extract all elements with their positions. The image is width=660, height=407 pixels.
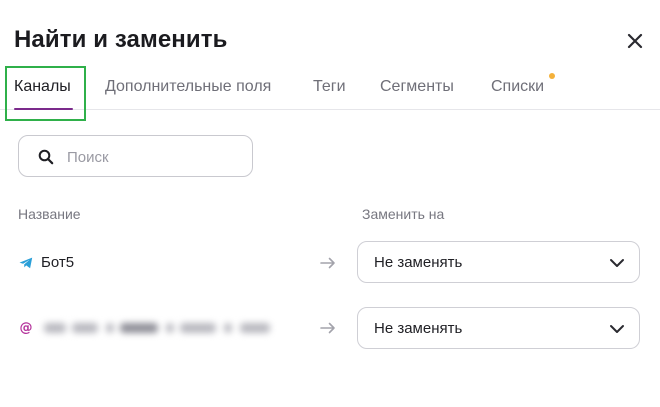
column-header-replace-with: Заменить на — [362, 206, 445, 222]
search-input[interactable] — [67, 146, 242, 168]
dialog-title: Найти и заменить — [14, 26, 228, 53]
replace-select[interactable]: Не заменять — [357, 241, 640, 283]
close-icon — [627, 33, 643, 49]
chevron-down-icon — [610, 325, 624, 333]
tab-lists[interactable]: Списки — [491, 78, 544, 96]
svg-text:@: @ — [20, 321, 33, 336]
find-replace-dialog: Найти и заменить Каналы Дополнительные п… — [0, 0, 660, 407]
tab-segments[interactable]: Сегменты — [380, 78, 454, 96]
obscured-channel-name — [40, 318, 276, 338]
replace-select-value: Не заменять — [374, 320, 463, 337]
close-button[interactable] — [624, 30, 646, 52]
tab-custom-fields[interactable]: Дополнительные поля — [105, 78, 271, 96]
search-icon — [38, 149, 54, 165]
tab-bar: Каналы Дополнительные поля Теги Сегменты… — [0, 66, 660, 110]
channel-name: Бот5 — [41, 254, 75, 271]
arrow-right-icon — [320, 257, 335, 269]
telegram-icon — [19, 257, 33, 269]
tab-tags[interactable]: Теги — [313, 78, 346, 96]
arrow-right-icon — [320, 322, 335, 334]
notification-dot — [549, 73, 555, 79]
active-tab-highlight — [5, 66, 86, 121]
search-box[interactable] — [18, 135, 253, 177]
email-at-icon: @ — [20, 321, 33, 336]
chevron-down-icon — [610, 259, 624, 267]
column-header-name: Название — [18, 206, 81, 222]
replace-select-value: Не заменять — [374, 254, 463, 271]
replace-select[interactable]: Не заменять — [357, 307, 640, 349]
